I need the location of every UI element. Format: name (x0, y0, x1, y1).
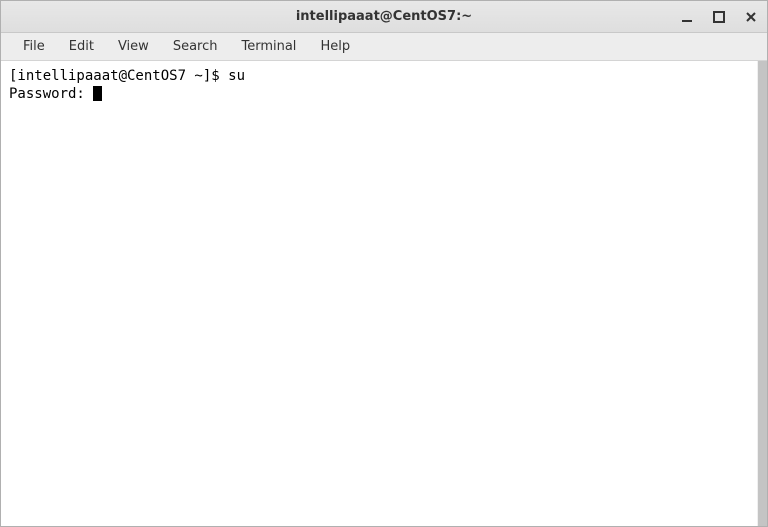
titlebar: intellipaaat@CentOS7:~ (1, 1, 767, 33)
prompt-text: [intellipaaat@CentOS7 ~]$ (9, 68, 228, 84)
menu-view[interactable]: View (106, 35, 161, 58)
close-icon (745, 11, 757, 23)
menu-terminal[interactable]: Terminal (229, 35, 308, 58)
minimize-button[interactable] (677, 7, 697, 27)
terminal-area[interactable]: [intellipaaat@CentOS7 ~]$ suPassword: (1, 61, 767, 526)
menu-search[interactable]: Search (161, 35, 230, 58)
window-controls (677, 7, 761, 27)
scrollbar[interactable] (757, 61, 767, 526)
password-prompt: Password: (9, 86, 93, 102)
terminal-line-2: Password: (9, 85, 749, 103)
menubar: File Edit View Search Terminal Help (1, 33, 767, 61)
terminal-line-1: [intellipaaat@CentOS7 ~]$ su (9, 67, 749, 85)
menu-help[interactable]: Help (308, 35, 362, 58)
close-button[interactable] (741, 7, 761, 27)
cursor-icon (93, 86, 102, 101)
terminal-content[interactable]: [intellipaaat@CentOS7 ~]$ suPassword: (1, 61, 757, 526)
maximize-icon (713, 11, 725, 23)
minimize-icon (681, 11, 693, 23)
command-text: su (228, 68, 245, 84)
menu-file[interactable]: File (11, 35, 57, 58)
window-title: intellipaaat@CentOS7:~ (296, 9, 472, 24)
menu-edit[interactable]: Edit (57, 35, 106, 58)
maximize-button[interactable] (709, 7, 729, 27)
terminal-window: intellipaaat@CentOS7:~ File Edit View Se… (0, 0, 768, 527)
